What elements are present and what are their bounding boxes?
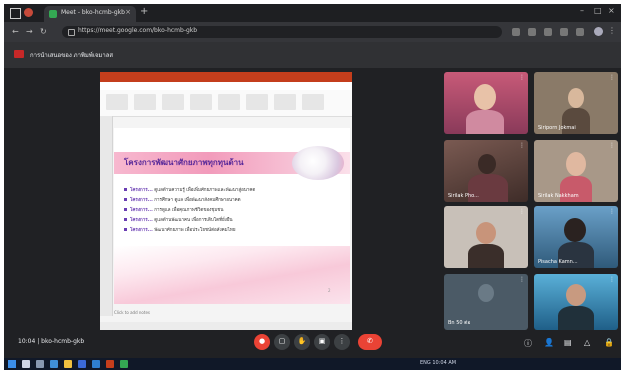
participant-name: Bn 50 ต่อ — [448, 320, 471, 326]
browser-tab-bar: Meet - bko-hcmb-gkb × + – □ × — [4, 4, 621, 22]
back-icon[interactable]: ← — [12, 27, 19, 36]
window-close-icon[interactable]: × — [608, 6, 615, 15]
puzzle-icon[interactable] — [576, 28, 584, 36]
ppt-status-bar — [100, 322, 352, 330]
url-text: https://meet.google.com/bko-hcmb-gkb — [78, 27, 198, 34]
address-bar-row: ← → ↻ https://meet.google.com/bko-hcmb-g… — [4, 22, 621, 42]
activities-icon[interactable]: △ — [584, 338, 590, 347]
mic-button[interactable]: ● — [254, 334, 270, 350]
lock-icon — [68, 29, 75, 36]
participant-name: Sirilak Nakkham — [538, 193, 579, 199]
slide-wave-decoration — [114, 246, 350, 304]
window-menu-icon[interactable] — [10, 8, 21, 19]
slide-bullet: โครงการ... ดูแลด้านความรู้ เพื่อเพิ่มศัก… — [124, 186, 255, 193]
participant-tile[interactable]: Siriporn Jokmai ⋮ — [534, 72, 618, 134]
slide: โครงการพัฒนาศักยภาพทุกทุนด้าน โครงการ...… — [114, 128, 350, 304]
edge-icon[interactable] — [50, 360, 58, 368]
meeting-time: 10:04 — [18, 338, 36, 345]
bookmark-icon[interactable] — [560, 28, 568, 36]
folder-icon[interactable] — [64, 360, 72, 368]
slide-page-number: 2 — [328, 288, 331, 293]
search-icon[interactable] — [22, 360, 30, 368]
flower-image — [292, 146, 344, 180]
ppt-ribbon — [100, 90, 352, 117]
camera-icon: ▢ — [278, 337, 286, 345]
raise-hand-button[interactable]: ✋ — [294, 334, 310, 350]
people-icon[interactable]: 👤 — [544, 338, 554, 347]
slide-bullet: โครงการ... พัฒนาศักยภาพ เพื่อประโยชน์ต่อ… — [124, 226, 236, 233]
chrome-icon[interactable] — [120, 360, 128, 368]
more-options-icon[interactable]: ⋮ — [519, 74, 525, 81]
reload-icon[interactable]: ↻ — [40, 27, 47, 36]
presenter-label: การนำเสนอของ ภาพิมพ์เจมาลส — [30, 52, 114, 59]
minimize-icon[interactable]: – — [580, 6, 584, 15]
present-button[interactable]: ▣ — [314, 334, 330, 350]
participant-tile[interactable]: Sirilak Nakkham ⋮ — [534, 140, 618, 202]
browser-tab[interactable]: Meet - bko-hcmb-gkb × — [44, 6, 136, 22]
end-call-button[interactable]: ✆ — [358, 334, 382, 350]
system-tray: ENG 10:04 AM — [420, 360, 457, 366]
meeting-code: bko-hcmb-gkb — [41, 338, 85, 345]
participant-name: Siriporn Jokmai — [538, 125, 576, 131]
more-options-icon[interactable]: ⋮ — [609, 208, 615, 215]
meeting-info: 10:04 | bko-hcmb-gkb — [18, 338, 85, 345]
info-icon[interactable]: ⓘ — [524, 338, 532, 349]
slide-bullet: โครงการ... การดูแล เพื่อคุณภาพชีวิตของชุ… — [124, 206, 223, 213]
more-options-icon[interactable]: ⋮ — [519, 208, 525, 215]
maximize-icon[interactable]: □ — [594, 6, 602, 15]
participant-tile[interactable]: ⋮ — [534, 274, 618, 330]
share-icon[interactable] — [544, 28, 552, 36]
camera-button[interactable]: ▢ — [274, 334, 290, 350]
store-icon[interactable] — [78, 360, 86, 368]
extension-icon[interactable] — [528, 28, 536, 36]
slide-title: โครงการพัฒนาศักยภาพทุกทุนด้าน — [124, 158, 244, 167]
slide-thumbnails — [100, 116, 113, 316]
participant-name: Pisacha Kamn... — [538, 259, 578, 265]
slide-bullet: โครงการ... ดูแลด้านพัฒนาคน เพื่อการเติบโ… — [124, 216, 233, 223]
slide-bullet: โครงการ... การศึกษา ดูแล เพื่อพัฒนาสังคม… — [124, 196, 241, 203]
participant-tile[interactable]: Sirilak Pho... ⋮ — [444, 140, 528, 202]
camera-indicator-icon[interactable] — [512, 28, 520, 36]
present-icon — [14, 50, 24, 58]
forward-icon[interactable]: → — [26, 27, 33, 36]
more-options-icon[interactable]: ⋮ — [609, 142, 615, 149]
participant-name: Sirilak Pho... — [448, 193, 479, 199]
ppt-title-bar — [100, 72, 352, 82]
meet-favicon-icon — [49, 10, 57, 18]
more-options-button[interactable]: ⋮ — [334, 334, 350, 350]
screen: Meet - bko-hcmb-gkb × + – □ × ← → ↻ http… — [4, 4, 621, 370]
mic-off-icon: ● — [258, 337, 266, 345]
word-icon[interactable] — [92, 360, 100, 368]
browser-menu-icon[interactable]: ⋮ — [608, 26, 616, 35]
participant-tile[interactable]: Bn 50 ต่อ ⋮ — [444, 274, 528, 330]
tab-title: Meet - bko-hcmb-gkb — [61, 9, 125, 16]
more-options-icon[interactable]: ⋮ — [609, 276, 615, 283]
more-options-icon[interactable]: ⋮ — [519, 142, 525, 149]
present-screen-icon: ▣ — [318, 337, 326, 345]
phone-hangup-icon: ✆ — [367, 337, 373, 345]
participant-tile[interactable]: Pisacha Kamn... ⋮ — [534, 206, 618, 268]
windows-start-icon[interactable] — [8, 360, 16, 368]
new-tab-button[interactable]: + — [140, 6, 148, 17]
more-icon: ⋮ — [338, 337, 346, 345]
profile-icon[interactable] — [24, 8, 33, 17]
windows-taskbar: ENG 10:04 AM — [4, 358, 621, 370]
ppt-ribbon-tabs — [100, 82, 352, 90]
presentation-header: การนำเสนอของ ภาพิมพ์เจมาลส — [4, 42, 621, 68]
more-options-icon[interactable]: ⋮ — [609, 74, 615, 81]
participant-tile[interactable]: ⋮ — [444, 72, 528, 134]
notes-placeholder[interactable]: Click to add notes — [114, 310, 150, 315]
more-options-icon[interactable]: ⋮ — [519, 276, 525, 283]
hand-icon: ✋ — [297, 337, 307, 345]
tab-close-icon[interactable]: × — [125, 8, 131, 16]
chat-icon[interactable]: ▤ — [564, 338, 572, 347]
url-input[interactable]: https://meet.google.com/bko-hcmb-gkb — [62, 26, 502, 38]
avatar[interactable] — [594, 27, 603, 36]
powerpoint-icon[interactable] — [106, 360, 114, 368]
task-view-icon[interactable] — [36, 360, 44, 368]
shared-screen: โครงการพัฒนาศักยภาพทุกทุนด้าน โครงการ...… — [100, 72, 352, 330]
lock-icon[interactable]: 🔒 — [604, 338, 614, 347]
participant-tile[interactable]: ⋮ — [444, 206, 528, 268]
